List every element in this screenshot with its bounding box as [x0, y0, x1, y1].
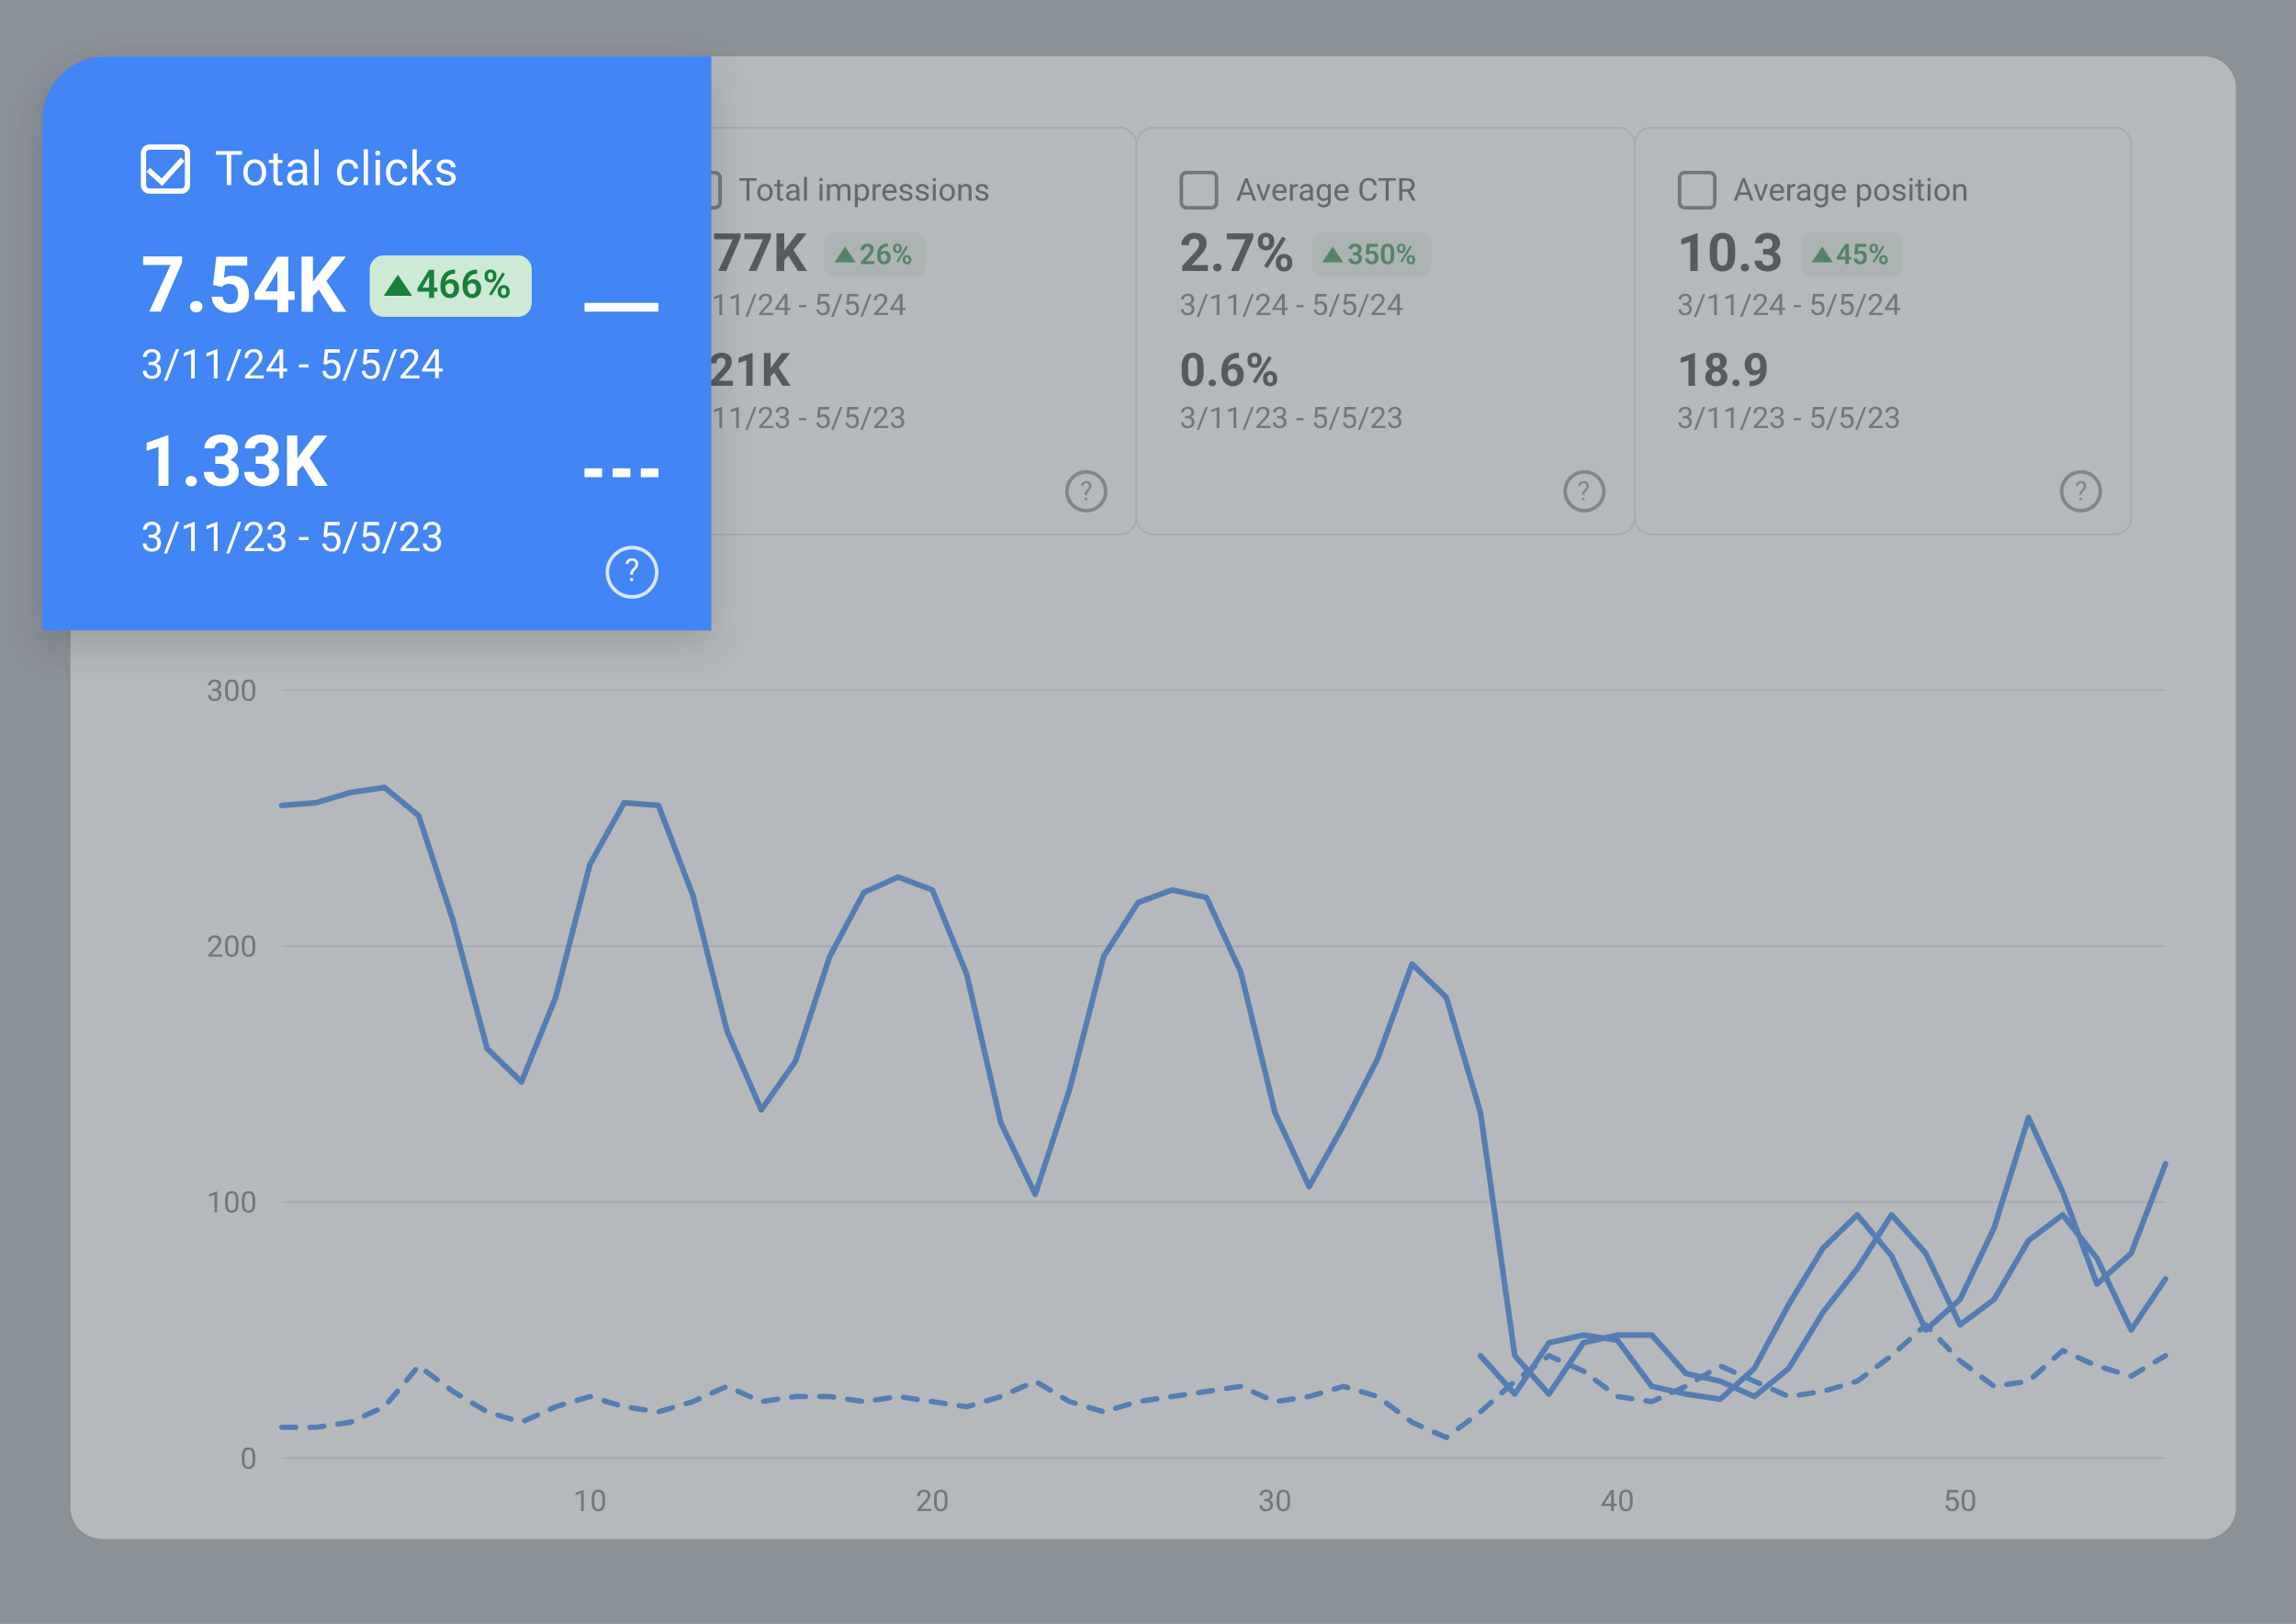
help-icon[interactable]: ?: [605, 546, 658, 599]
help-icon[interactable]: ?: [2060, 470, 2102, 513]
metric-card-position[interactable]: Average position 10.3 45% 3/11/24 - 5/5/…: [1633, 127, 2132, 536]
svg-text:50: 50: [1943, 1483, 1977, 1518]
metric-prev-period: 3/11/23 - 5/5/23: [141, 514, 640, 562]
metric-label: Average position: [1733, 172, 1968, 209]
svg-text:20: 20: [916, 1483, 950, 1518]
metric-value: 7.54K: [141, 240, 345, 332]
metric-prev-value: 1.33K: [141, 421, 640, 503]
metric-delta: 26%: [825, 232, 927, 276]
metric-card-impressions[interactable]: Total impressions 277K 26% 3/11/24 - 5/5…: [638, 127, 1137, 536]
chart-gridlines: [282, 690, 2166, 1458]
checkbox-icon[interactable]: [1179, 171, 1218, 209]
series-current: [282, 787, 2166, 1396]
checkbox-checked-icon[interactable]: [141, 144, 190, 194]
help-icon[interactable]: ?: [1562, 470, 1604, 513]
series-current-alt: [1480, 1118, 2166, 1400]
metric-prev-value: 18.9: [1677, 345, 2088, 399]
svg-text:10: 10: [573, 1483, 607, 1518]
metric-period: 3/11/24 - 5/5/24: [1677, 288, 2088, 323]
svg-text:30: 30: [1258, 1483, 1292, 1518]
metric-label: Total impressions: [738, 172, 990, 209]
metric-prev-period: 3/11/23 - 5/5/23: [682, 401, 1094, 436]
chart-y-axis: 0 100 200 300: [207, 673, 257, 1476]
metric-prev-value: 0.6%: [1179, 345, 1591, 399]
svg-text:300: 300: [207, 673, 257, 708]
metric-value: 10.3: [1677, 223, 1784, 285]
metric-delta: 45%: [1801, 232, 1903, 276]
metric-prev-period: 3/11/23 - 5/5/23: [1677, 401, 2088, 436]
svg-text:0: 0: [241, 1441, 257, 1476]
clicks-line-chart: 0 100 200 300 10 20 30 40 50: [176, 672, 2183, 1535]
metric-period: 3/11/24 - 5/5/24: [682, 288, 1094, 323]
checkbox-icon[interactable]: [1677, 171, 1716, 209]
metric-prev-value: 221K: [682, 345, 1094, 399]
chart-x-axis: 10 20 30 40 50: [573, 1483, 1976, 1518]
metric-card-clicks-highlight[interactable]: Total clicks 7.54K 466% 3/11/24 - 5/5/24…: [42, 56, 711, 630]
metric-prev-period: 3/11/23 - 5/5/23: [1179, 401, 1591, 436]
metric-delta: 350%: [1312, 232, 1431, 276]
metric-period: 3/11/24 - 5/5/24: [1179, 288, 1591, 323]
help-icon[interactable]: ?: [1065, 470, 1108, 513]
svg-text:40: 40: [1601, 1483, 1635, 1518]
series-previous: [282, 1325, 2166, 1438]
svg-text:100: 100: [207, 1185, 257, 1220]
metric-period: 3/11/24 - 5/5/24: [141, 342, 640, 389]
legend-dashed-line-icon: [584, 468, 658, 478]
legend-solid-line-icon: [584, 303, 658, 312]
metric-card-ctr[interactable]: Average CTR 2.7% 350% 3/11/24 - 5/5/24 0…: [1135, 127, 1634, 536]
metric-value: 2.7%: [1179, 223, 1294, 285]
metric-delta: 466%: [370, 254, 532, 316]
svg-text:200: 200: [207, 930, 257, 964]
metric-label: Total clicks: [215, 141, 458, 197]
metric-label: Average CTR: [1236, 172, 1416, 209]
